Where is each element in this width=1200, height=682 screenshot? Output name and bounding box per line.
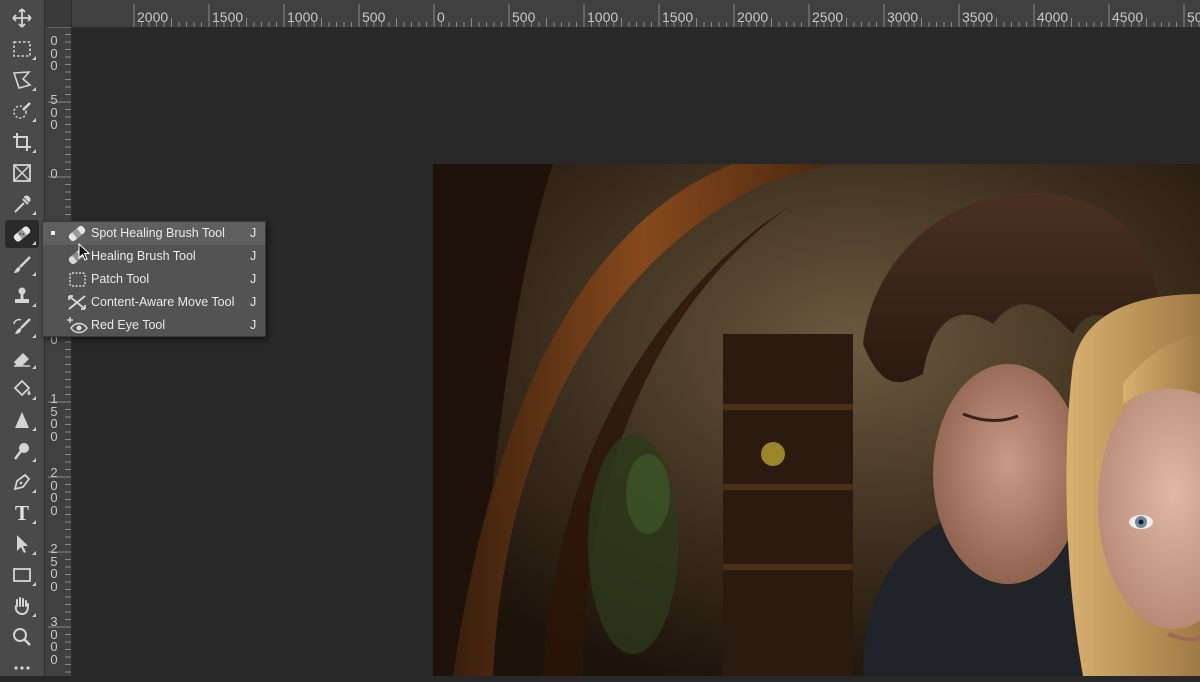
ruler-label: 1000 xyxy=(287,9,318,25)
rectangle-icon xyxy=(13,568,31,582)
hand-icon xyxy=(14,597,29,616)
brush-icon xyxy=(14,256,31,273)
quick-selection-tool[interactable] xyxy=(5,97,39,125)
eyedropper-icon xyxy=(14,195,31,213)
top-ruler-ticks: 2000 1500 1000 500 0 500 1000 1500 2000 2500 3000 3… xyxy=(133,4,1200,27)
ruler-label: 500 xyxy=(362,9,386,25)
crop-tool[interactable] xyxy=(5,128,39,156)
ruler-label: 0 xyxy=(437,9,445,25)
left-ruler-label: 1 5 0 0 xyxy=(50,391,58,444)
dodge-icon xyxy=(14,443,29,460)
left-ruler-label: 5 0 0 xyxy=(50,92,58,132)
bandage-icon xyxy=(68,225,86,242)
left-ruler-label: 2 0 0 0 xyxy=(50,465,58,518)
ruler-label: 500 xyxy=(512,9,536,25)
ruler-label: 1500 xyxy=(662,9,693,25)
flyout-item-label: Red Eye Tool xyxy=(91,318,166,332)
flyout-item-shortcut: J xyxy=(250,272,257,286)
lasso-tool[interactable] xyxy=(5,66,39,94)
hand-tool[interactable] xyxy=(5,592,39,620)
mouse-cursor-icon xyxy=(78,243,91,261)
rectangle-tool[interactable] xyxy=(5,561,39,589)
sharpen-tool[interactable] xyxy=(5,406,39,434)
content-aware-move-icon xyxy=(68,295,86,310)
ruler-label: 3500 xyxy=(962,9,993,25)
left-ruler-label: 0 0 0 xyxy=(50,33,58,73)
left-ruler[interactable]: 0 0 0 5 0 0 0 0 1 5 0 0 2 0 0 0 2 5 0 0 … xyxy=(44,27,72,676)
ruler-label: 4000 xyxy=(1037,9,1068,25)
pen-icon xyxy=(13,473,31,491)
bandage-icon xyxy=(13,226,31,242)
ruler-label: 50 xyxy=(1187,9,1200,25)
flyout-item-red-eye[interactable]: Red Eye Tool J xyxy=(43,314,265,337)
frame-tool[interactable] xyxy=(5,159,39,187)
stamp-icon xyxy=(15,287,29,303)
eraser-icon xyxy=(14,353,30,367)
eraser-tool[interactable] xyxy=(5,344,39,372)
flyout-item-shortcut: J xyxy=(250,226,257,240)
eyedropper-tool[interactable] xyxy=(5,190,39,218)
magnifier-icon xyxy=(13,628,31,646)
pen-tool[interactable] xyxy=(5,468,39,496)
move-icon xyxy=(12,8,32,28)
flyout-item-label: Healing Brush Tool xyxy=(91,249,196,263)
history-brush-icon xyxy=(13,318,31,334)
flyout-item-label: Spot Healing Brush Tool xyxy=(91,226,225,240)
dodge-tool[interactable] xyxy=(5,437,39,465)
ruler-label: 2000 xyxy=(737,9,768,25)
type-tool[interactable]: T xyxy=(5,499,39,527)
photo-image xyxy=(433,164,1200,676)
frame-icon xyxy=(13,164,31,182)
flyout-item-label: Patch Tool xyxy=(91,272,150,286)
flyout-item-shortcut: J xyxy=(250,318,257,332)
flyout-item-spot-healing-brush[interactable]: Spot Healing Brush Tool J xyxy=(43,222,265,245)
more-tools[interactable] xyxy=(5,654,39,682)
clone-stamp-tool[interactable] xyxy=(5,282,39,310)
ruler-label: 2500 xyxy=(812,9,843,25)
document-photo[interactable] xyxy=(433,164,1200,676)
zoom-tool[interactable] xyxy=(5,623,39,651)
left-ruler-label: 2 5 0 0 xyxy=(50,541,58,594)
arrow-pointer-icon xyxy=(17,535,28,553)
move-tool[interactable] xyxy=(5,4,39,32)
ruler-label: 1000 xyxy=(587,9,618,25)
flyout-item-label: Content-Aware Move Tool xyxy=(91,295,235,309)
type-icon: T xyxy=(14,500,29,525)
ruler-corner[interactable] xyxy=(44,0,72,27)
ruler-label: 4500 xyxy=(1112,9,1143,25)
flyout-item-healing-brush[interactable]: Healing Brush Tool J xyxy=(43,245,265,268)
red-eye-icon xyxy=(67,317,88,334)
ruler-label: 2000 xyxy=(137,9,168,25)
left-ruler-label: 3 0 0 0 xyxy=(50,614,58,667)
rectangular-marquee-icon xyxy=(13,41,31,57)
polygonal-lasso-icon xyxy=(12,71,32,89)
marquee-tool[interactable] xyxy=(5,35,39,63)
flyout-item-content-aware-move[interactable]: Content-Aware Move Tool J xyxy=(43,291,265,314)
flyout-item-shortcut: J xyxy=(250,295,257,309)
spot-healing-tool[interactable] xyxy=(5,220,39,248)
flyout-item-patch[interactable]: Patch Tool J xyxy=(43,268,265,291)
ruler-label: 1500 xyxy=(212,9,243,25)
brush-tool[interactable] xyxy=(5,251,39,279)
path-selection-tool[interactable] xyxy=(5,530,39,558)
patch-icon xyxy=(69,272,86,287)
paint-bucket-icon xyxy=(13,379,31,397)
paint-bucket-tool[interactable] xyxy=(5,375,39,403)
top-ruler[interactable]: 2000 1500 1000 500 0 500 1000 1500 2000 2500 3000 3… xyxy=(44,0,1200,28)
history-brush-tool[interactable] xyxy=(5,313,39,341)
triangle-icon xyxy=(15,412,29,428)
ruler-label: 3000 xyxy=(887,9,918,25)
tools-panel: T xyxy=(0,0,45,676)
quick-selection-icon xyxy=(13,102,31,119)
left-ruler-label: 0 xyxy=(50,166,58,181)
flyout-item-shortcut: J xyxy=(250,249,257,263)
selected-bullet xyxy=(51,231,55,235)
crop-icon xyxy=(13,133,31,151)
healing-tools-flyout: Spot Healing Brush Tool J Healing Brush … xyxy=(42,221,266,337)
